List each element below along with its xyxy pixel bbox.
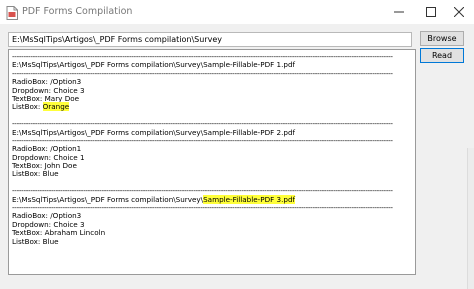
close-button[interactable]: [444, 0, 474, 24]
textbox-value: TextBox: Mary Doe: [12, 93, 80, 103]
file-path-prefix: E:\MsSqlTips\Artigos\_PDF Forms compilat…: [12, 127, 204, 137]
listbox-line: ListBox: Orange: [12, 102, 415, 112]
file-name-highlighted: Sample-Fillable-PDF 3.pdf: [203, 194, 296, 204]
listbox-line: ListBox: Blue: [12, 236, 415, 246]
listbox-label: ListBox:: [12, 102, 43, 112]
file-path-line: E:\MsSqlTips\Artigos\_PDF Forms compilat…: [12, 61, 415, 69]
file-path-line: E:\MsSqlTips\Artigos\_PDF Forms compilat…: [12, 194, 415, 204]
app-window: PDF Forms Compilation Browse Read ------…: [0, 0, 474, 289]
listbox-value: Blue: [42, 236, 59, 246]
listbox-value: Blue: [42, 169, 59, 179]
minimize-button[interactable]: [384, 0, 414, 24]
maximize-icon: [426, 7, 436, 17]
listbox-label: ListBox:: [12, 169, 43, 179]
file-path-line: E:\MsSqlTips\Artigos\_PDF Forms compilat…: [12, 127, 415, 137]
textbox-value: TextBox: Abraham Lincoln: [12, 228, 106, 238]
folder-path-input[interactable]: [8, 32, 412, 47]
read-button[interactable]: Read: [420, 48, 464, 63]
file-name: Sample-Fillable-PDF 1.pdf: [203, 60, 296, 70]
textbox-value: TextBox: John Doe: [12, 161, 77, 171]
file-name: Sample-Fillable-PDF 2.pdf: [203, 127, 296, 137]
listbox-line: ListBox: Blue: [12, 170, 415, 178]
results-textbox[interactable]: ----------------------------------------…: [8, 49, 416, 275]
minimize-icon: [394, 11, 404, 13]
file-path-prefix: E:\MsSqlTips\Artigos\_PDF Forms compilat…: [12, 60, 204, 70]
listbox-label: ListBox:: [12, 236, 43, 246]
browse-button[interactable]: Browse: [420, 31, 464, 46]
pdf-app-icon: [6, 5, 18, 20]
listbox-value-highlighted: Orange: [42, 102, 70, 112]
file-path-prefix: E:\MsSqlTips\Artigos\_PDF Forms compilat…: [12, 194, 204, 204]
title-bar[interactable]: PDF Forms Compilation: [0, 0, 474, 24]
background-window-edge: [467, 148, 474, 289]
close-icon: [454, 7, 464, 17]
maximize-button[interactable]: [416, 0, 446, 24]
window-title: PDF Forms Compilation: [22, 6, 133, 17]
